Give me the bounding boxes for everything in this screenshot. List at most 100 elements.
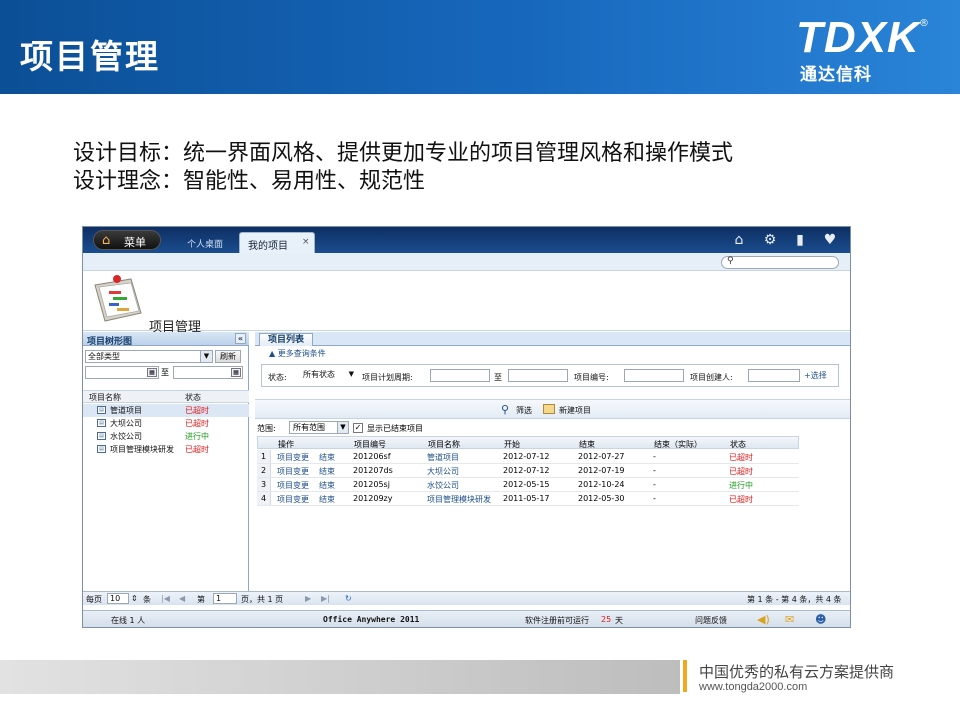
page-input[interactable]: 1 [213, 593, 237, 604]
filter-button[interactable]: 筛选 [516, 405, 532, 416]
project-code: 201205sj [353, 480, 390, 489]
change-project-link[interactable]: 项目变更 [277, 466, 309, 477]
footer-bar [0, 660, 680, 694]
help-icon[interactable]: ♥ [822, 232, 838, 248]
start-date: 2012-07-12 [503, 466, 550, 475]
project-node-icon: ▤ [97, 419, 106, 427]
tree-item[interactable]: ▤ 水饺公司 进行中 [83, 430, 249, 443]
first-page-icon[interactable]: |◀ [161, 594, 170, 603]
actual-end-date: - [653, 452, 656, 461]
module-header: 项目管理 [83, 271, 850, 335]
search-input[interactable]: ⚲ [721, 256, 839, 269]
speaker-icon[interactable]: ◀) [757, 613, 770, 626]
people-icon[interactable]: ⌂ [731, 232, 747, 248]
start-date: 2011-05-17 [503, 494, 550, 503]
change-project-link[interactable]: 项目变更 [277, 480, 309, 491]
table-row[interactable]: 2 项目变更 结束 201207ds 大坝公司 2012-07-12 2012-… [257, 464, 799, 478]
status-select[interactable]: 所有状态 ▼ [300, 369, 356, 382]
end-project-link[interactable]: 结束 [319, 494, 335, 505]
col-status: 状态 [185, 393, 201, 402]
more-conditions-toggle[interactable]: ▲ 更多查询条件 [269, 348, 326, 359]
actual-end-date: - [653, 480, 656, 489]
show-ended-checkbox[interactable]: ✓ [353, 423, 363, 433]
end-date: 2012-07-27 [578, 452, 625, 461]
table-row[interactable]: 3 项目变更 结束 201205sj 水饺公司 2012-05-15 2012-… [257, 478, 799, 492]
menu-button[interactable]: ⌂ 菜单 [93, 230, 161, 250]
project-name-link[interactable]: 水饺公司 [427, 480, 459, 491]
status-badge: 已超时 [729, 495, 753, 504]
end-project-link[interactable]: 结束 [319, 466, 335, 477]
new-project-icon[interactable] [543, 404, 555, 414]
company-logo: TDXK [796, 13, 920, 62]
online-count[interactable]: 在线 1 人 [111, 615, 145, 626]
trial-prefix: 软件注册前可运行 [525, 616, 589, 625]
next-page-icon[interactable]: ▶ [305, 594, 311, 603]
close-icon[interactable]: × [302, 237, 310, 247]
tree-item[interactable]: ▤ 大坝公司 已超时 [83, 417, 249, 430]
tab-my-projects[interactable]: 我的项目 × [239, 232, 315, 253]
status-select-value: 所有状态 [303, 370, 335, 379]
collapse-button[interactable]: « [235, 333, 246, 344]
action-toolbar: ⚲ 筛选 新建项目 [255, 399, 850, 419]
prev-page-icon[interactable]: ◀ [179, 594, 185, 603]
gear-icon[interactable]: ⚙ [762, 232, 778, 248]
project-code: 201206sf [353, 452, 391, 461]
type-select[interactable]: 全部类型 ▼ [85, 350, 213, 363]
change-project-link[interactable]: 项目变更 [277, 452, 309, 463]
tab-personal-desktop[interactable]: 个人桌面 [187, 237, 223, 250]
calendar-icon[interactable]: ▦ [231, 368, 241, 377]
search-icon[interactable]: ⚲ [501, 403, 509, 416]
app-statusbar: 在线 1 人 Office Anywhere 2011 软件注册前可运行 25 … [83, 610, 850, 627]
spinner-icon[interactable]: ⇕ [131, 594, 138, 603]
footer-url[interactable]: www.tongda2000.com [699, 681, 807, 693]
end-project-link[interactable]: 结束 [319, 480, 335, 491]
chevron-down-icon: ▼ [200, 351, 212, 362]
scope-row: 范围: 所有范围 ▼ ✓ 显示已结束项目 [255, 420, 850, 436]
project-name-link[interactable]: 项目管理模块研发 [427, 494, 501, 505]
tree-item[interactable]: ▤ 管道项目 已超时 [83, 404, 249, 417]
start-date: 2012-07-12 [503, 452, 550, 461]
footer-accent [683, 660, 687, 692]
calendar-icon[interactable]: ▦ [147, 368, 157, 377]
grid-header: 操作 项目编号 项目名称 开始 结束 结束（实际） 状态 [257, 436, 799, 449]
show-ended-label: 显示已结束项目 [367, 424, 423, 433]
period-to-input[interactable] [508, 369, 568, 382]
scope-select[interactable]: 所有范围 ▼ [289, 421, 349, 434]
actual-end-date: - [653, 494, 656, 503]
per-page-input[interactable]: 10 [107, 593, 129, 604]
end-project-link[interactable]: 结束 [319, 452, 335, 463]
design-concept: 设计理念：智能性、易用性、规范性 [73, 169, 426, 194]
tree-item-name: 水饺公司 [110, 432, 142, 441]
project-node-icon: ▤ [97, 406, 106, 414]
list-tabbar: 项目列表 [255, 332, 850, 346]
project-name-link[interactable]: 大坝公司 [427, 466, 459, 477]
status-filter-label: 状态: [268, 373, 287, 382]
table-row[interactable]: 4 项目变更 结束 201209zy 项目管理模块研发 2011-05-17 2… [257, 492, 799, 506]
project-creator-input[interactable] [748, 369, 800, 382]
change-project-link[interactable]: 项目变更 [277, 494, 309, 505]
refresh-icon[interactable]: ↻ [345, 594, 352, 603]
last-page-icon[interactable]: ▶| [321, 594, 330, 603]
project-code-input[interactable] [624, 369, 684, 382]
feedback-link[interactable]: 问题反馈 [695, 615, 727, 626]
status-badge: 已超时 [729, 453, 753, 462]
start-date: 2012-05-15 [503, 480, 550, 489]
project-name-link[interactable]: 管道项目 [427, 452, 459, 463]
new-project-button[interactable]: 新建项目 [559, 405, 591, 416]
refresh-button[interactable]: 刷新 [215, 350, 241, 363]
clipboard-icon[interactable]: ▮ [792, 232, 808, 248]
period-from-input[interactable] [430, 369, 490, 382]
tree-item-status: 进行中 [185, 432, 209, 441]
date-from-input[interactable]: ▦ [85, 366, 159, 379]
code-filter-label: 项目编号: [574, 373, 609, 382]
row-number: 2 [257, 464, 271, 477]
table-row[interactable]: 1 项目变更 结束 201206sf 管道项目 2012-07-12 2012-… [257, 450, 799, 464]
date-to-input[interactable]: ▦ [173, 366, 243, 379]
registered-mark: ® [919, 18, 929, 29]
select-creator-link[interactable]: +选择 [804, 370, 827, 381]
tree-item[interactable]: ▤ 项目管理模块研发 已超时 [83, 443, 249, 456]
per-page-label: 每页 [86, 595, 102, 604]
mail-icon[interactable]: ✉ [785, 613, 794, 626]
tab-project-list[interactable]: 项目列表 [259, 333, 313, 346]
users-icon[interactable]: ☻ [815, 613, 826, 626]
